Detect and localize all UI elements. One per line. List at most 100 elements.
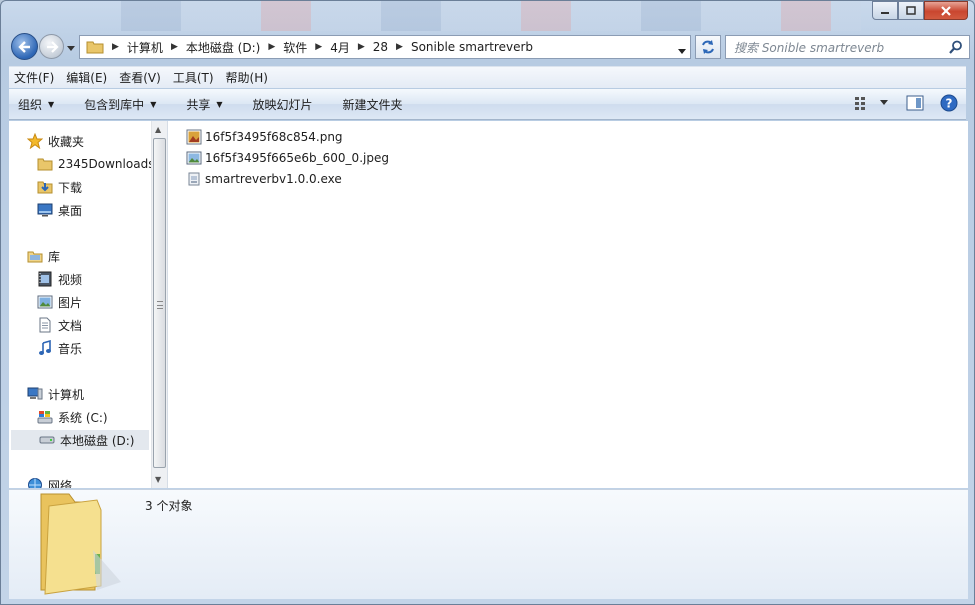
breadcrumb-separator[interactable]: ▶	[315, 42, 322, 52]
file-item-jpeg[interactable]: 16f5f3495f665e6b_600_0.jpeg	[186, 148, 389, 167]
minimize-button[interactable]	[872, 1, 898, 20]
file-name: smartreverbv1.0.0.exe	[205, 171, 342, 186]
breadcrumb-april[interactable]: 4月	[330, 39, 350, 56]
chevron-down-icon: ▼	[216, 99, 223, 109]
command-bar: 组织 ▼ 包含到库中 ▼ 共享 ▼ 放映幻灯片 新建文件夹 ?	[9, 89, 966, 120]
file-name: 16f5f3495f68c854.png	[205, 129, 343, 144]
search-box[interactable]: 搜索 Sonible smartreverb	[725, 35, 970, 59]
breadcrumb-separator[interactable]: ▶	[112, 42, 119, 52]
nav-item-documents[interactable]: 文档	[37, 315, 82, 335]
nav-item-videos[interactable]: 视频	[37, 269, 82, 289]
nav-libraries[interactable]: 库	[27, 246, 60, 266]
close-button[interactable]	[924, 1, 968, 20]
svg-text:?: ?	[946, 97, 953, 111]
close-icon	[941, 5, 951, 16]
change-view-button[interactable]	[854, 96, 870, 110]
scroll-up-arrow[interactable]: ▲	[155, 125, 161, 134]
library-icon	[27, 248, 43, 264]
slideshow-button[interactable]: 放映幻灯片	[244, 96, 322, 113]
nav-item-label: 系统 (C:)	[58, 410, 108, 425]
nav-item-drive-c[interactable]: 系统 (C:)	[37, 407, 108, 427]
scroll-down-arrow[interactable]: ▼	[155, 475, 161, 484]
nav-network-label: 网络	[48, 478, 73, 489]
refresh-icon	[702, 40, 714, 54]
file-name: 16f5f3495f665e6b_600_0.jpeg	[205, 150, 389, 165]
recent-pages-dropdown[interactable]	[67, 41, 75, 55]
address-bar[interactable]: ▶ 计算机 ▶ 本地磁盘 (D:) ▶ 软件 ▶ 4月 ▶ 28 ▶ Sonib…	[79, 35, 691, 59]
minimize-icon	[881, 11, 889, 14]
menu-view[interactable]: 查看(V)	[114, 69, 166, 86]
menu-help[interactable]: 帮助(H)	[221, 69, 273, 86]
share-label: 共享	[186, 97, 211, 112]
jpeg-image-icon	[186, 151, 202, 164]
nav-item-pictures[interactable]: 图片	[37, 292, 82, 312]
breadcrumb-separator[interactable]: ▶	[268, 42, 275, 52]
search-icon[interactable]	[949, 40, 963, 54]
help-button[interactable]: ?	[940, 94, 958, 112]
new-folder-label: 新建文件夹	[342, 97, 403, 112]
file-item-exe[interactable]: smartreverbv1.0.0.exe	[186, 169, 342, 188]
new-folder-button[interactable]: 新建文件夹	[334, 96, 412, 113]
title-bar-background	[121, 1, 861, 31]
downloads-folder-icon	[37, 179, 53, 195]
nav-item-2345downloads[interactable]: 2345Downloads	[37, 154, 151, 174]
menu-file[interactable]: 文件(F)	[9, 69, 59, 86]
organize-label: 组织	[18, 97, 43, 112]
view-grid-icon	[855, 97, 865, 110]
exe-file-icon	[188, 172, 200, 185]
chevron-down-icon: ▼	[48, 99, 55, 109]
chevron-down-icon: ▼	[150, 99, 157, 109]
forward-button[interactable]	[39, 34, 64, 59]
video-icon	[37, 271, 53, 287]
back-arrow-icon	[17, 40, 30, 53]
refresh-button[interactable]	[695, 35, 721, 59]
nav-item-label: 桌面	[58, 203, 83, 218]
nav-item-label: 图片	[58, 295, 83, 310]
maximize-button[interactable]	[898, 1, 924, 20]
breadcrumb-separator[interactable]: ▶	[358, 42, 365, 52]
organize-button[interactable]: 组织 ▼	[9, 96, 63, 113]
nav-network[interactable]: 网络	[27, 475, 72, 488]
search-input[interactable]: 搜索 Sonible smartreverb	[726, 39, 949, 56]
nav-favorites[interactable]: 收藏夹	[27, 131, 84, 151]
menu-tools[interactable]: 工具(T)	[168, 69, 219, 86]
maximize-icon	[906, 5, 916, 15]
forward-arrow-icon	[46, 40, 59, 53]
explorer-window: ▶ 计算机 ▶ 本地磁盘 (D:) ▶ 软件 ▶ 4月 ▶ 28 ▶ Sonib…	[0, 0, 975, 605]
breadcrumb-computer[interactable]: 计算机	[127, 39, 163, 56]
menu-edit[interactable]: 编辑(E)	[61, 69, 112, 86]
share-button[interactable]: 共享 ▼	[177, 96, 231, 113]
nav-item-label: 视频	[58, 272, 83, 287]
nav-item-drive-d[interactable]: 本地磁盘 (D:)	[11, 430, 149, 450]
file-list[interactable]: 16f5f3495f68c854.png 16f5f3495f665e6b_60…	[168, 121, 968, 488]
picture-icon	[37, 294, 53, 310]
navigation-pane-scrollbar[interactable]: ▲ ▼	[151, 121, 167, 488]
nav-computer[interactable]: 计算机	[27, 384, 84, 404]
nav-favorites-label: 收藏夹	[48, 134, 85, 149]
breadcrumb-software[interactable]: 软件	[283, 39, 307, 56]
breadcrumb-current-folder[interactable]: Sonible smartreverb	[411, 40, 533, 54]
back-button[interactable]	[11, 33, 38, 60]
nav-item-desktop[interactable]: 桌面	[37, 200, 82, 220]
breadcrumb-separator[interactable]: ▶	[171, 42, 178, 52]
breadcrumb-separator[interactable]: ▶	[396, 42, 403, 52]
nav-item-downloads[interactable]: 下载	[37, 177, 82, 197]
breadcrumb-drive-d[interactable]: 本地磁盘 (D:)	[186, 39, 260, 56]
scrollbar-thumb[interactable]	[153, 138, 166, 468]
preview-pane-button[interactable]	[906, 95, 924, 111]
nav-item-music[interactable]: 音乐	[37, 338, 82, 358]
folder-icon	[86, 41, 104, 54]
drive-icon	[39, 432, 55, 448]
view-options-dropdown[interactable]	[880, 100, 888, 106]
include-in-library-button[interactable]: 包含到库中 ▼	[75, 96, 165, 113]
desktop-icon	[37, 202, 53, 218]
preview-pane-icon	[906, 95, 924, 111]
navigation-pane: 收藏夹 2345Downloads 下载 桌面 库 视频 图片 文档 音乐 计算…	[9, 121, 151, 488]
breadcrumb-28[interactable]: 28	[373, 40, 388, 54]
nav-computer-label: 计算机	[48, 387, 85, 402]
file-item-png[interactable]: 16f5f3495f68c854.png	[186, 127, 343, 146]
address-history-dropdown[interactable]	[678, 44, 686, 58]
view-controls: ?	[844, 94, 958, 112]
nav-item-label: 音乐	[58, 341, 83, 356]
chevron-down-icon	[678, 49, 686, 54]
